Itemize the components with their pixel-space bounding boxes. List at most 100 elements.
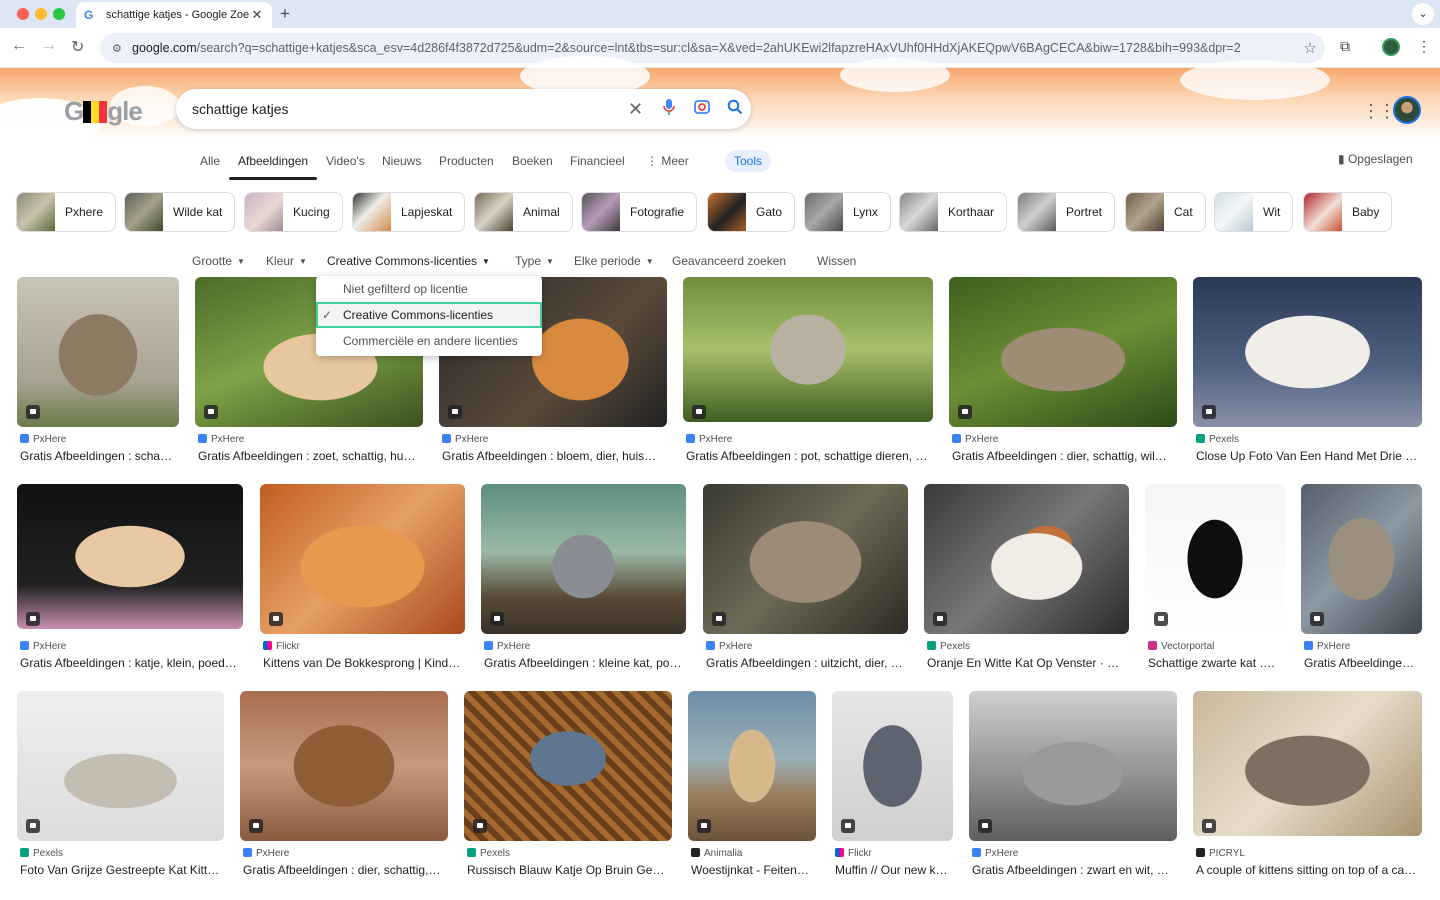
clear-search-icon[interactable]: ✕ [619, 99, 652, 120]
period-filter[interactable]: Elke periode ▼ [574, 254, 654, 268]
result-title[interactable]: Gratis Afbeeldingen : zoet, schattig, hu… [198, 449, 424, 463]
tab-videos[interactable]: Video's [326, 154, 365, 168]
result-source[interactable]: PxHere [1304, 641, 1350, 652]
result-title[interactable]: Schattige zwarte kat …. [1148, 656, 1286, 670]
chip-portret[interactable]: Portret [1017, 192, 1116, 232]
result-title[interactable]: Muffin // Our new k… [835, 863, 954, 877]
tools-button[interactable]: Tools [725, 150, 771, 172]
type-filter[interactable]: Type ▼ [515, 254, 554, 268]
result-card[interactable]: PxHere Gratis Afbeeldingen : uitzicht, d… [703, 484, 908, 674]
result-card[interactable]: PxHere Gratis Afbeeldingen : dier, schat… [949, 277, 1177, 467]
microphone-icon[interactable] [652, 98, 685, 121]
result-card[interactable]: Pexels Russisch Blauw Katje Op Bruin Ge… [464, 691, 672, 881]
result-image[interactable] [924, 484, 1129, 634]
result-title[interactable]: Woestijnkat - Feiten… [691, 863, 817, 877]
chip-gato[interactable]: Gato [707, 192, 796, 232]
result-card[interactable]: Animalia Woestijnkat - Feiten… [688, 691, 816, 881]
result-source[interactable]: PxHere [484, 641, 530, 652]
result-source[interactable]: PxHere [243, 848, 289, 859]
result-image[interactable] [464, 691, 672, 841]
minimize-window-button[interactable] [35, 8, 47, 20]
result-image[interactable] [949, 277, 1177, 427]
result-title[interactable]: Gratis Afbeeldingen : pot, schattige die… [686, 449, 934, 463]
profile-avatar[interactable] [1382, 38, 1400, 56]
tab-more[interactable]: ⋮ Meer [646, 154, 689, 168]
result-card[interactable]: Flickr Muffin // Our new k… [832, 691, 953, 881]
result-source[interactable]: PxHere [686, 434, 732, 445]
result-image[interactable] [969, 691, 1177, 841]
chip-baby[interactable]: Baby [1303, 192, 1393, 232]
extensions-icon[interactable]: ⧉ [1340, 38, 1350, 55]
chip-wilde-kat[interactable]: Wilde kat [124, 192, 236, 232]
clear-filters-link[interactable]: Wissen [817, 254, 856, 268]
saved-link[interactable]: ▮ Opgeslagen [1338, 152, 1413, 166]
tab-products[interactable]: Producten [439, 154, 494, 168]
result-title[interactable]: A couple of kittens sitting on top of a … [1196, 863, 1423, 877]
result-source[interactable]: Flickr [835, 848, 872, 859]
bookmark-star-icon[interactable]: ☆ [1295, 39, 1325, 57]
result-title[interactable]: Gratis Afbeeldingen : uitzicht, dier, … [706, 656, 909, 670]
advanced-search-link[interactable]: Geavanceerd zoeken [672, 254, 786, 268]
close-window-button[interactable] [17, 8, 29, 20]
result-title[interactable]: Gratis Afbeeldingen : zwart en wit, … [972, 863, 1178, 877]
chip-animal[interactable]: Animal [474, 192, 573, 232]
result-title[interactable]: Gratis Afbeeldingen : kleine kat, po… [484, 656, 687, 670]
search-box[interactable]: schattige katjes ✕ [176, 89, 751, 129]
result-image[interactable] [683, 277, 933, 422]
result-title[interactable]: Gratis Afbeeldingen : dier, schattig, wi… [952, 449, 1178, 463]
result-card[interactable]: PxHere Gratis Afbeeldingen : zwart en wi… [969, 691, 1177, 881]
reload-icon[interactable]: ↻ [71, 37, 84, 57]
color-filter[interactable]: Kleur ▼ [266, 254, 307, 268]
back-arrow-icon[interactable]: ← [11, 37, 27, 55]
result-source[interactable]: PxHere [442, 434, 488, 445]
result-source[interactable]: PxHere [972, 848, 1018, 859]
result-title[interactable]: Gratis Afbeeldingen : katje, klein, poed… [20, 656, 244, 670]
site-info-icon[interactable]: ⚙ [112, 42, 126, 55]
tab-finance[interactable]: Financieel [570, 154, 625, 168]
result-card[interactable]: PxHere Gratis Afbeeldingen : dier, schat… [240, 691, 448, 881]
result-source[interactable]: PxHere [952, 434, 998, 445]
result-source[interactable]: Pexels [467, 848, 510, 859]
tab-all[interactable]: Alle [200, 154, 220, 168]
result-image[interactable] [17, 484, 243, 629]
result-image[interactable] [260, 484, 465, 634]
chip-korthaar[interactable]: Korthaar [899, 192, 1008, 232]
result-source[interactable]: PxHere [706, 641, 752, 652]
result-source[interactable]: PxHere [198, 434, 244, 445]
result-title[interactable]: Russisch Blauw Katje Op Bruin Ge… [467, 863, 673, 877]
result-image[interactable] [17, 277, 179, 427]
lens-camera-icon[interactable] [685, 98, 718, 121]
license-filter[interactable]: Creative Commons-licenties ▼ [327, 254, 490, 268]
result-source[interactable]: Animalia [691, 848, 742, 859]
address-bar[interactable]: ⚙ google.com/search?q=schattige+katjes&s… [100, 33, 1325, 63]
result-image[interactable] [240, 691, 448, 841]
result-card[interactable]: Vectorportal Schattige zwarte kat …. [1145, 484, 1285, 674]
result-title[interactable]: Gratis Afbeeldingen : bloem, dier, huis… [442, 449, 668, 463]
chip-cat[interactable]: Cat [1125, 192, 1206, 232]
result-card[interactable]: PICRYL A couple of kittens sitting on to… [1193, 691, 1422, 881]
chip-lapjeskat[interactable]: Lapjeskat [352, 192, 466, 232]
result-image[interactable] [703, 484, 908, 634]
chip-fotografie[interactable]: Fotografie [581, 192, 698, 232]
tab-search-chevron-icon[interactable]: ⌄ [1412, 3, 1434, 25]
size-filter[interactable]: Grootte ▼ [192, 254, 245, 268]
result-card[interactable]: PxHere Gratis Afbeeldingen : pot, schatt… [683, 277, 933, 467]
result-source[interactable]: PxHere [20, 641, 66, 652]
result-source[interactable]: PICRYL [1196, 848, 1245, 859]
result-image[interactable] [481, 484, 686, 634]
tab-images[interactable]: Afbeeldingen [238, 154, 308, 168]
result-card[interactable]: PxHere Gratis Afbeeldingen : kleine kat,… [481, 484, 686, 674]
chip-lynx[interactable]: Lynx [804, 192, 891, 232]
result-image[interactable] [1193, 691, 1422, 836]
browser-tab[interactable]: G schattige katjes - Google Zoe ✕ [76, 2, 272, 28]
result-card[interactable]: Pexels Close Up Foto Van Een Hand Met Dr… [1193, 277, 1422, 467]
result-image[interactable] [1193, 277, 1422, 427]
google-logo[interactable]: Ggle [64, 96, 143, 127]
search-input[interactable]: schattige katjes [192, 101, 619, 117]
license-option-unfiltered[interactable]: Niet gefilterd op licentie [316, 276, 542, 302]
result-source[interactable]: Pexels [927, 641, 970, 652]
result-card[interactable]: PxHere Gratis Afbeeldinge… [1301, 484, 1422, 674]
result-source[interactable]: PxHere [20, 434, 66, 445]
result-title[interactable]: Oranje En Witte Kat Op Venster · … [927, 656, 1130, 670]
chip-pxhere[interactable]: Pxhere [16, 192, 117, 232]
